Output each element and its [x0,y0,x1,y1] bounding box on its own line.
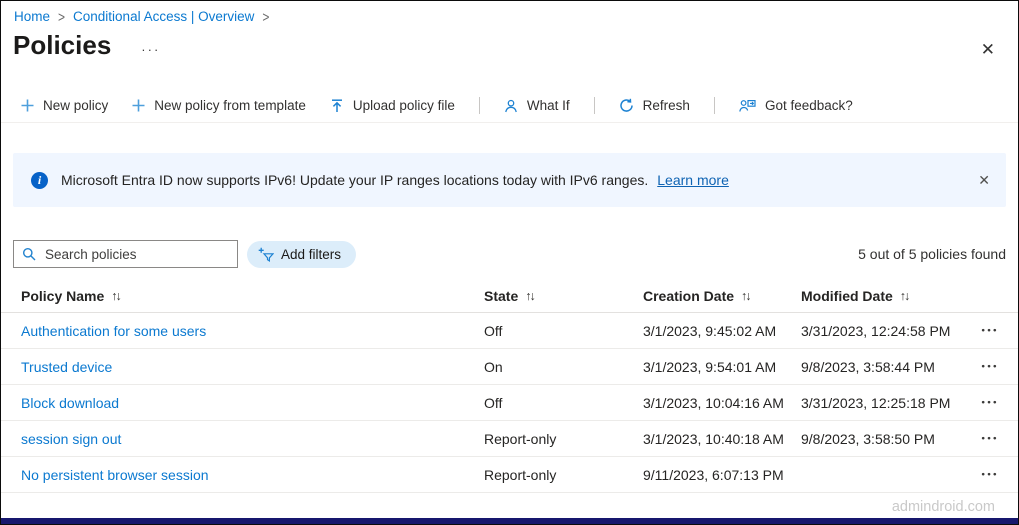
breadcrumb-conditional-access[interactable]: Conditional Access | Overview [73,9,254,24]
state-cell: Off [484,394,503,411]
upload-policy-file-button[interactable]: Upload policy file [330,98,455,113]
breadcrumb: Home > Conditional Access | Overview > [1,1,1018,26]
row-more-actions-icon[interactable]: ••• [981,361,1018,372]
chevron-right-icon: > [262,7,270,26]
title-row: Policies ··· [1,24,1018,61]
table-row: session sign out Report-only 3/1/2023, 1… [1,421,1018,457]
policies-table: Policy Name ↑↓ State ↑↓ Creation Date ↑↓… [1,280,1018,493]
add-filters-button[interactable]: Add filters [247,240,357,268]
policy-name-link[interactable]: Trusted device [21,359,484,375]
policy-name-link[interactable]: Authentication for some users [21,323,484,339]
toolbar-label: Refresh [642,98,690,113]
row-more-actions-icon[interactable]: ••• [981,397,1018,408]
column-header-modified-date[interactable]: Modified Date ↑↓ [801,288,981,304]
modified-date-cell: 9/8/2023, 3:58:50 PM [801,430,935,447]
toolbar-label: New policy from template [154,98,306,113]
new-policy-button[interactable]: New policy [21,98,108,113]
state-cell: Report-only [484,466,557,483]
watermark: admindroid.com [891,499,995,515]
toolbar-label: New policy [43,98,109,113]
state-cell: Report-only [484,430,557,447]
creation-date-cell: 3/1/2023, 9:54:01 AM [643,358,777,375]
chevron-right-icon: > [58,7,66,26]
got-feedback-button[interactable]: Got feedback? [739,98,853,113]
filter-row: Add filters 5 out of 5 policies found [13,240,1006,268]
add-filter-icon [258,247,274,262]
column-label: Modified Date [801,288,893,304]
refresh-button[interactable]: Refresh [619,98,690,113]
column-header-policy-name[interactable]: Policy Name ↑↓ [21,288,484,304]
table-header-row: Policy Name ↑↓ State ↑↓ Creation Date ↑↓… [1,280,1018,313]
toolbar-label: Upload policy file [352,98,455,113]
search-icon [22,247,36,261]
toolbar-label: What If [526,98,570,113]
what-if-button[interactable]: What If [504,98,570,113]
modified-date-cell: 3/31/2023, 12:24:58 PM [801,322,951,339]
creation-date-cell: 3/1/2023, 9:45:02 AM [643,322,777,339]
close-icon[interactable]: ✕ [981,41,995,58]
modified-date-cell: 9/8/2023, 3:58:44 PM [801,358,935,375]
policy-name-link[interactable]: Block download [21,395,484,411]
add-filters-label: Add filters [281,246,342,262]
state-cell: On [484,358,503,375]
row-more-actions-icon[interactable]: ••• [981,433,1018,444]
table-row: Trusted device On 3/1/2023, 9:54:01 AM 9… [1,349,1018,385]
creation-date-cell: 3/1/2023, 10:40:18 AM [643,430,784,447]
bottom-accent-bar [1,518,1018,524]
search-input[interactable] [43,245,229,263]
creation-date-cell: 9/11/2023, 6:07:13 PM [643,466,784,483]
table-row: No persistent browser session Report-onl… [1,457,1018,493]
sort-icon: ↑↓ [111,289,121,303]
toolbar-separator [593,97,595,114]
conditional-access-policies-page: Home > Conditional Access | Overview > P… [0,0,1019,525]
policy-name-link[interactable]: session sign out [21,431,484,447]
more-options-icon[interactable]: ··· [141,42,160,57]
toolbar-separator [713,97,715,114]
banner-text: Microsoft Entra ID now supports IPv6! Up… [61,172,649,188]
feedback-icon [739,98,756,113]
column-label: Policy Name [21,288,105,304]
breadcrumb-home[interactable]: Home [14,9,50,24]
column-label: Creation Date [643,288,735,304]
sort-icon: ↑↓ [525,289,535,303]
banner-close-icon[interactable]: ✕ [966,172,990,189]
person-icon [504,99,518,113]
new-policy-from-template-button[interactable]: New policy from template [132,98,306,113]
ipv6-info-banner: i Microsoft Entra ID now supports IPv6! … [13,153,1006,207]
plus-icon [132,99,145,112]
upload-icon [330,98,344,113]
toolbar-label: Got feedback? [764,98,853,113]
table-row: Authentication for some users Off 3/1/20… [1,313,1018,349]
table-row: Block download Off 3/1/2023, 10:04:16 AM… [1,385,1018,421]
info-icon: i [31,171,48,189]
command-bar: New policy New policy from template Uplo… [1,89,1018,123]
result-count: 5 out of 5 policies found [858,246,1006,262]
column-label: State [484,288,519,304]
sort-icon: ↑↓ [899,289,910,303]
sort-icon: ↑↓ [741,289,751,303]
learn-more-link[interactable]: Learn more [657,172,729,188]
column-header-creation-date[interactable]: Creation Date ↑↓ [643,288,801,304]
modified-date-cell: 3/31/2023, 12:25:18 PM [801,394,951,411]
row-more-actions-icon[interactable]: ••• [981,469,1018,480]
policy-name-link[interactable]: No persistent browser session [21,467,484,483]
search-box[interactable] [13,240,238,268]
column-header-state[interactable]: State ↑↓ [484,288,643,304]
page-title: Policies [13,30,112,60]
refresh-icon [619,98,634,113]
toolbar-separator [478,97,480,114]
state-cell: Off [484,322,503,339]
creation-date-cell: 3/1/2023, 10:04:16 AM [643,394,784,411]
plus-icon [21,99,34,112]
row-more-actions-icon[interactable]: ••• [981,325,1018,336]
